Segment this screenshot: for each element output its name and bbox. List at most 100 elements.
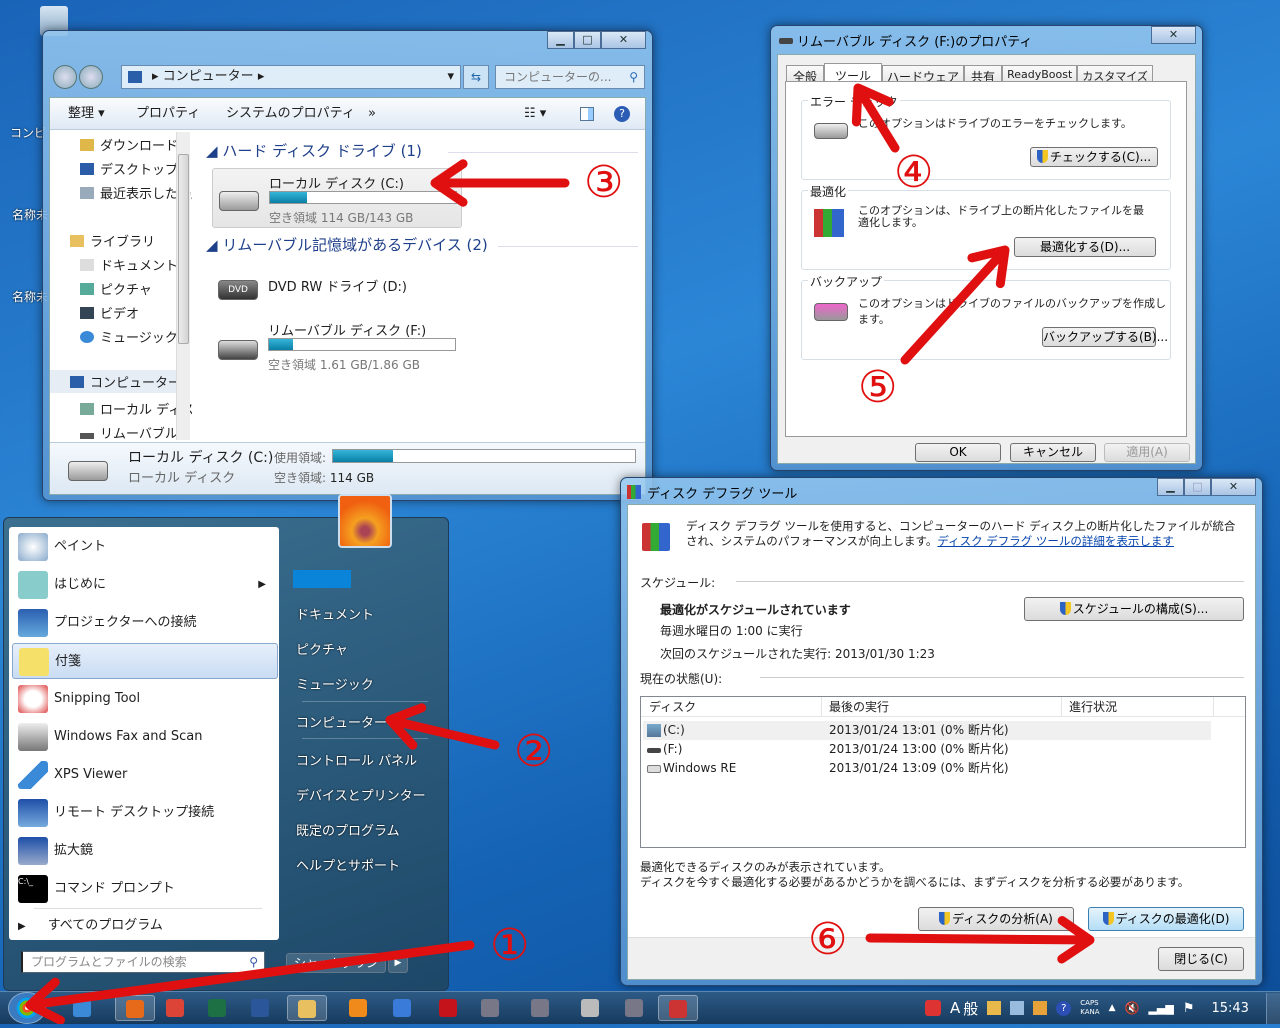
preview-pane-icon[interactable] bbox=[580, 107, 594, 121]
program-command-prompt[interactable]: C:\_ コマンド プロンプト bbox=[12, 871, 278, 907]
analyze-disk-button[interactable]: ディスクの分析(A) bbox=[918, 907, 1074, 931]
help-icon[interactable]: ? bbox=[614, 106, 630, 122]
table-row[interactable]: (F:) 2013/01/24 13:00 (0% 断片化) bbox=[643, 740, 1211, 759]
nav-documents[interactable]: ドキュメント bbox=[80, 255, 178, 274]
desktop-icon-computer[interactable]: コンピ bbox=[10, 124, 46, 141]
taskbar-internet-explorer-button[interactable] bbox=[62, 995, 102, 1021]
back-button[interactable] bbox=[53, 65, 77, 89]
address-bar[interactable]: ▸ コンピューター ▸ ▾ bbox=[121, 65, 461, 89]
user-picture[interactable] bbox=[338, 494, 392, 548]
forward-button[interactable] bbox=[79, 65, 103, 89]
ok-button[interactable]: OK bbox=[915, 443, 1001, 462]
show-hidden-icons[interactable]: ▲ bbox=[1109, 1003, 1116, 1013]
help-icon[interactable]: ? bbox=[1056, 1000, 1072, 1016]
start-link-devices-printers[interactable]: デバイスとプリンター bbox=[296, 785, 426, 804]
start-link-music[interactable]: ミュージック bbox=[296, 674, 374, 693]
check-button[interactable]: チェックする(C)... bbox=[1030, 147, 1158, 167]
start-link-default-programs[interactable]: 既定のプログラム bbox=[296, 820, 400, 839]
taskbar-defrag-button[interactable] bbox=[658, 995, 698, 1021]
program-sticky-notes[interactable]: 付箋 bbox=[12, 643, 278, 679]
ime-input-mode[interactable]: A bbox=[950, 999, 960, 1017]
program-snipping-tool[interactable]: Snipping Tool bbox=[12, 681, 278, 717]
taskbar-media-player-button[interactable] bbox=[338, 995, 378, 1021]
drive-c-tile[interactable]: ローカル ディスク (C:) 空き領域 114 GB/143 GB bbox=[212, 168, 462, 228]
drive-f-tile[interactable]: リムーバブル ディスク (F:) 空き領域 1.61 GB/1.86 GB bbox=[212, 316, 462, 376]
ime-pad-icon[interactable] bbox=[1010, 1001, 1025, 1015]
clock[interactable]: 15:43 bbox=[1211, 1001, 1248, 1016]
program-fax-scan[interactable]: Windows Fax and Scan bbox=[12, 719, 278, 755]
start-link-pictures[interactable]: ピクチャ bbox=[296, 639, 348, 658]
program-magnifier[interactable]: 拡大鏡 bbox=[12, 833, 278, 869]
minimize-button[interactable]: ▁ bbox=[1157, 478, 1184, 496]
security-icon[interactable] bbox=[925, 1000, 941, 1016]
table-row[interactable]: Windows RE 2013/01/24 13:09 (0% 断片化) bbox=[643, 759, 1211, 778]
column-progress[interactable]: 進行状況 bbox=[1069, 697, 1117, 717]
optimize-disk-button[interactable]: ディスクの最適化(D) bbox=[1088, 907, 1244, 931]
taskbar-acrobat-button[interactable] bbox=[428, 995, 468, 1021]
program-getting-started[interactable]: はじめに ▶ bbox=[12, 567, 278, 603]
nav-libraries[interactable]: ライブラリ bbox=[70, 231, 155, 250]
start-link-control-panel[interactable]: コントロール パネル bbox=[296, 750, 417, 769]
maximize-button[interactable]: □ bbox=[574, 31, 601, 49]
action-center-flag-icon[interactable]: ⚑ bbox=[1183, 1001, 1195, 1016]
network-signal-icon[interactable]: ▂▄▆ bbox=[1148, 1002, 1173, 1015]
volume-muted-icon[interactable]: 🔇 bbox=[1124, 1001, 1139, 1015]
start-link-documents[interactable]: ドキュメント bbox=[296, 604, 374, 623]
configure-schedule-button[interactable]: スケジュールの構成(S)... bbox=[1024, 597, 1244, 621]
properties-button[interactable]: プロパティ bbox=[136, 98, 200, 130]
dropdown-icon[interactable]: ▾ bbox=[447, 66, 454, 88]
ime-tool-icon[interactable] bbox=[987, 1001, 1002, 1015]
group-header-hdd[interactable]: ◢ ハード ディスク ドライブ (1) bbox=[206, 140, 422, 161]
start-link-help[interactable]: ヘルプとサポート bbox=[296, 855, 400, 874]
cancel-button[interactable]: キャンセル bbox=[1010, 443, 1096, 462]
table-row[interactable]: (C:) 2013/01/24 13:01 (0% 断片化) bbox=[643, 721, 1211, 740]
program-paint[interactable]: ペイント bbox=[12, 529, 278, 565]
taskbar-app-button[interactable] bbox=[470, 995, 510, 1021]
apply-button[interactable]: 適用(A) bbox=[1104, 443, 1190, 462]
taskbar-chrome-button[interactable] bbox=[155, 995, 195, 1021]
close-button[interactable]: ✕ bbox=[601, 31, 646, 49]
organize-button[interactable]: 整理 ▾ bbox=[68, 98, 105, 130]
ime-conversion-mode[interactable]: 般 bbox=[963, 998, 978, 1019]
start-button[interactable] bbox=[8, 992, 46, 1024]
nav-scrollbar[interactable] bbox=[176, 132, 190, 440]
defrag-help-link[interactable]: ディスク デフラグ ツールの詳細を表示します bbox=[937, 534, 1174, 548]
nav-videos[interactable]: ビデオ bbox=[80, 303, 139, 322]
taskbar-firefox-button[interactable] bbox=[115, 995, 155, 1021]
column-last-run[interactable]: 最後の実行 bbox=[829, 697, 889, 717]
taskbar-explorer-button[interactable] bbox=[287, 995, 327, 1021]
taskbar-app-button[interactable] bbox=[520, 995, 560, 1021]
program-xps-viewer[interactable]: XPS Viewer bbox=[12, 757, 278, 793]
program-projector[interactable]: プロジェクターへの接続 bbox=[12, 605, 278, 641]
minimize-button[interactable]: ▁ bbox=[547, 31, 574, 49]
column-disk[interactable]: ディスク bbox=[649, 697, 696, 717]
nav-pictures[interactable]: ピクチャ bbox=[80, 279, 152, 298]
system-properties-button[interactable]: システムのプロパティ bbox=[226, 98, 355, 130]
nav-removable[interactable]: リムーバブル bbox=[80, 423, 178, 442]
backup-button[interactable]: バックアップする(B)... bbox=[1042, 327, 1168, 347]
more-button[interactable]: » bbox=[368, 98, 376, 130]
taskbar-app-button[interactable] bbox=[614, 995, 654, 1021]
group-header-removable[interactable]: ◢ リムーバブル記憶域があるデバイス (2) bbox=[206, 234, 488, 255]
close-button[interactable]: ✕ bbox=[1151, 26, 1196, 44]
start-search-input[interactable]: プログラムとファイルの検索 ⚲ bbox=[21, 951, 265, 973]
close-button[interactable]: 閉じる(C) bbox=[1158, 947, 1244, 971]
refresh-button[interactable]: ⇆ bbox=[463, 65, 489, 89]
shutdown-button[interactable]: シャットダウン bbox=[286, 953, 386, 973]
start-link-computer[interactable]: コンピューター bbox=[296, 712, 387, 731]
nav-downloads[interactable]: ダウンロード bbox=[80, 135, 178, 154]
all-programs[interactable]: ▶ すべてのプログラム bbox=[18, 914, 163, 933]
taskbar-calculator-button[interactable] bbox=[570, 995, 610, 1021]
search-input[interactable]: コンピューターの... ⚲ bbox=[495, 65, 645, 89]
shutdown-options-button[interactable]: ▶ bbox=[388, 953, 408, 973]
disk-list[interactable]: ディスク 最後の実行 進行状況 (C:) 2013/01/24 13:01 (0%… bbox=[640, 696, 1246, 848]
taskbar-excel-button[interactable] bbox=[197, 995, 237, 1021]
close-button[interactable]: ✕ bbox=[1211, 478, 1256, 496]
taskbar-itunes-button[interactable] bbox=[382, 995, 422, 1021]
maximize-button[interactable]: □ bbox=[1184, 478, 1211, 496]
show-desktop-button[interactable] bbox=[1266, 993, 1280, 1024]
drive-d-tile[interactable]: DVD DVD RW ドライブ (D:) bbox=[212, 260, 462, 310]
nav-music[interactable]: ミュージック bbox=[80, 327, 178, 346]
nav-desktop[interactable]: デスクトップ bbox=[80, 159, 178, 178]
taskbar-word-button[interactable] bbox=[240, 995, 280, 1021]
